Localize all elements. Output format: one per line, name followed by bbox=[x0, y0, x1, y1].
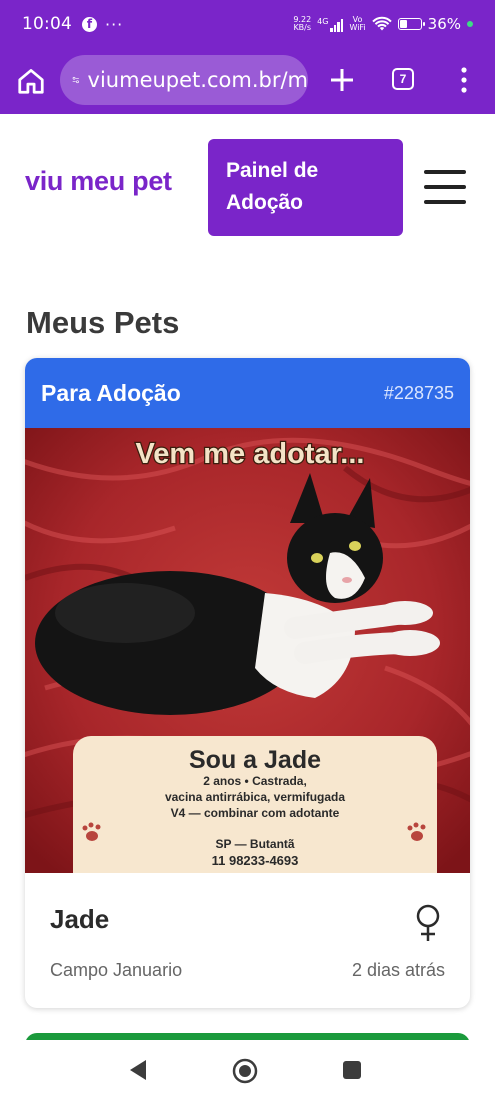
adoption-panel-button[interactable]: Painel de Adoção bbox=[208, 139, 403, 236]
pet-location: Campo Januario bbox=[50, 960, 183, 980]
new-tab-icon[interactable] bbox=[326, 64, 358, 96]
photo-line-2: vacina antirrábica, vermifugada bbox=[165, 790, 345, 804]
network-speed: 9.22 KB/s bbox=[293, 15, 312, 32]
browser-toolbar: viumeupet.com.br/m 7 bbox=[0, 48, 495, 114]
recents-icon[interactable] bbox=[343, 1061, 361, 1079]
page-title: Meus Pets bbox=[26, 305, 180, 340]
photo-name-line: Sou a Jade bbox=[189, 746, 321, 774]
site-logo[interactable]: viu meu pet bbox=[25, 166, 172, 197]
hamburger-icon[interactable] bbox=[424, 170, 466, 204]
more-vert-icon[interactable] bbox=[458, 66, 470, 94]
pet-card[interactable]: Para Adoção #228735 Vem me adotar... Sou… bbox=[25, 358, 470, 1008]
cellular-signal-icon: 4G bbox=[317, 17, 344, 32]
back-icon[interactable] bbox=[127, 1058, 149, 1082]
clock: 10:04 bbox=[22, 14, 72, 34]
tab-switcher-button[interactable]: 7 bbox=[392, 68, 414, 90]
pet-photo-image: Vem me adotar... Sou a Jade 2 anos • Cas… bbox=[25, 428, 470, 873]
photo-line-1: 2 anos • Castrada, bbox=[203, 774, 307, 788]
home-icon[interactable] bbox=[16, 66, 46, 96]
pet-photo[interactable]: Vem me adotar... Sou a Jade 2 anos • Cas… bbox=[25, 428, 470, 873]
photo-headline: Vem me adotar... bbox=[136, 438, 365, 470]
battery-icon bbox=[397, 18, 425, 30]
photo-line-3: V4 — combinar com adotante bbox=[171, 806, 340, 820]
volte-wifi-icon: Vo WiFi bbox=[349, 15, 366, 32]
post-date: 2 dias atrás bbox=[351, 960, 445, 980]
photo-phone: 11 98233-4693 bbox=[212, 853, 299, 868]
card-header: Para Adoção #228735 bbox=[25, 358, 470, 428]
more-notifications-icon: ··· bbox=[105, 14, 124, 34]
site-settings-icon[interactable] bbox=[72, 69, 80, 91]
address-bar[interactable]: viumeupet.com.br/m bbox=[60, 55, 308, 105]
pet-id: #228735 bbox=[383, 382, 454, 403]
status-bar: 10:04 f ··· 9.22 KB/s 4G Vo WiFi 36% bbox=[0, 0, 495, 48]
card-info: Jade Campo Januario 2 dias atrás bbox=[25, 873, 470, 1008]
home-nav-icon[interactable] bbox=[231, 1057, 259, 1085]
facebook-icon: f bbox=[82, 16, 97, 32]
photo-location: SP — Butantã bbox=[215, 837, 294, 851]
wifi-icon bbox=[371, 16, 392, 31]
privacy-indicator-dot bbox=[467, 21, 473, 27]
url-text[interactable]: viumeupet.com.br/m bbox=[88, 68, 308, 92]
pet-name: Jade bbox=[50, 904, 110, 934]
adoption-status: Para Adoção bbox=[41, 379, 181, 406]
female-icon bbox=[416, 904, 440, 941]
battery-percent: 36% bbox=[427, 15, 461, 33]
system-nav-bar bbox=[0, 1040, 495, 1100]
